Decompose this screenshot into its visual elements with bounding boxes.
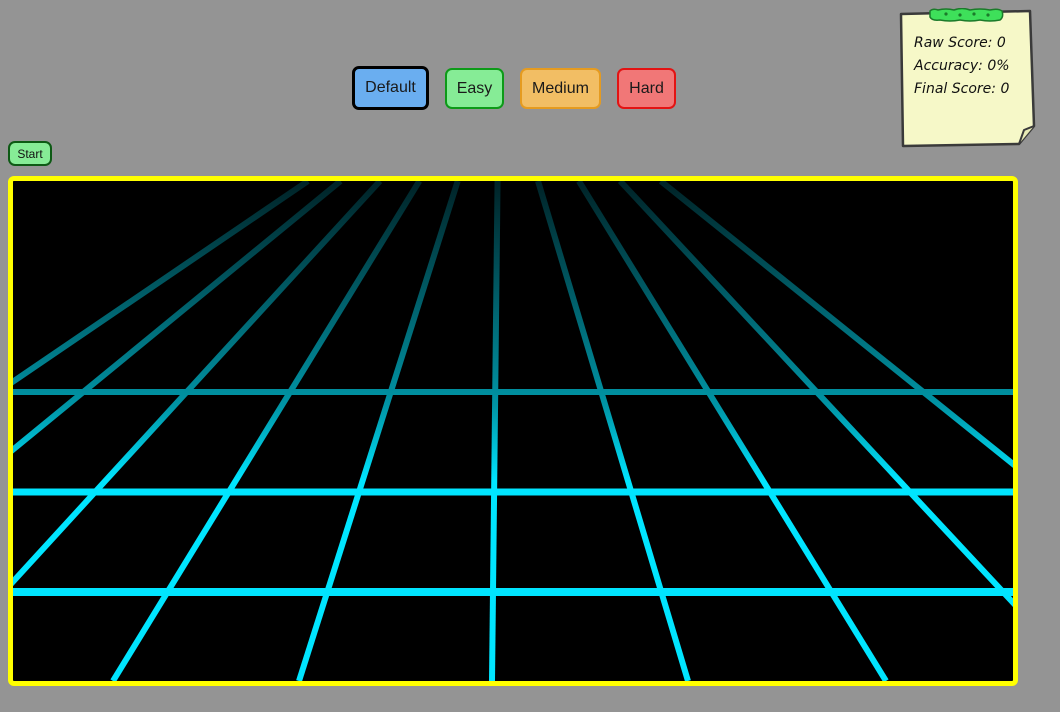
raw-score-value: 0 [996,35,1006,51]
difficulty-default-button[interactable]: Default [352,66,429,110]
game-canvas[interactable] [8,176,1018,686]
grid-floor [13,181,1013,681]
accuracy-label: Accuracy: [914,58,983,74]
difficulty-medium-button[interactable]: Medium [520,68,601,109]
final-score-label: Final Score: [914,81,996,97]
difficulty-hard-button[interactable]: Hard [617,68,676,109]
accuracy-row: Accuracy: 0% [914,55,1010,78]
pin-icon [929,8,1004,22]
start-button[interactable]: Start [8,141,52,166]
raw-score-row: Raw Score: 0 [914,32,1010,55]
raw-score-label: Raw Score: [914,35,993,51]
difficulty-easy-button[interactable]: Easy [445,68,504,109]
score-sticky-note: Raw Score: 0 Accuracy: 0% Final Score: 0 [898,8,1036,148]
accuracy-value: 0% [987,58,1010,74]
final-score-value: 0 [1000,81,1010,97]
score-panel: Raw Score: 0 Accuracy: 0% Final Score: 0 [914,32,1010,101]
final-score-row: Final Score: 0 [914,78,1010,101]
